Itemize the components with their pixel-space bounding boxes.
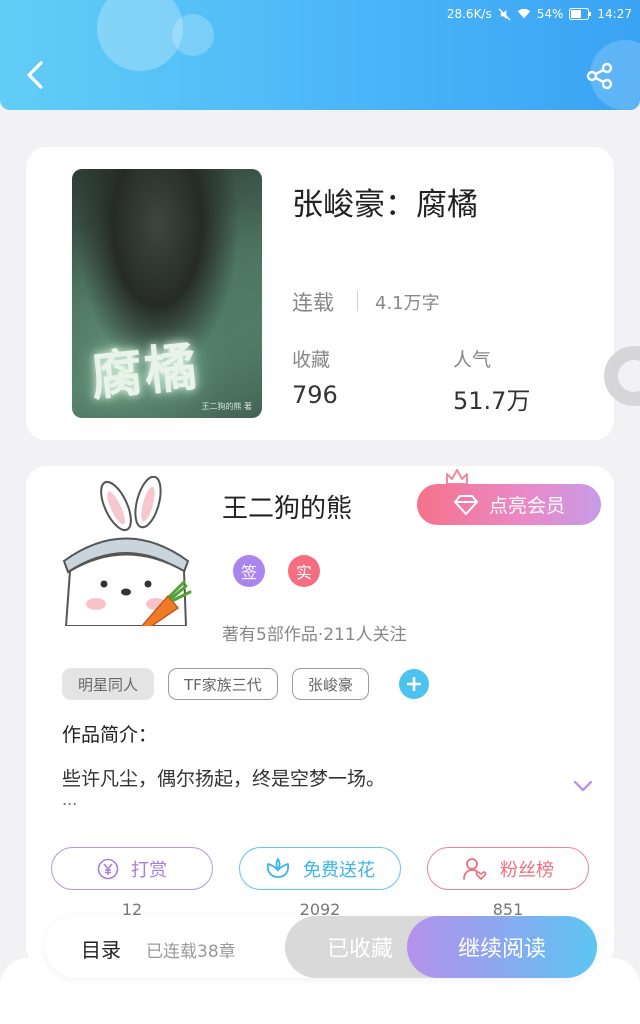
- fan-ranking-label: 粉丝榜: [500, 859, 554, 881]
- divider: [357, 291, 358, 311]
- favorites-count: 796: [292, 381, 338, 409]
- popularity-label: 人气: [453, 349, 492, 371]
- tag-item[interactable]: 明星同人: [62, 668, 155, 700]
- back-button[interactable]: [20, 58, 50, 92]
- chevron-down-icon[interactable]: [572, 778, 594, 794]
- chapter-progress[interactable]: 已连载38章: [146, 937, 236, 962]
- popularity-count: 51.7万: [453, 387, 531, 415]
- share-button[interactable]: [584, 60, 616, 92]
- clock: 14:27: [597, 7, 632, 21]
- vip-label: 点亮会员: [488, 495, 565, 517]
- share-icon: [586, 62, 613, 90]
- plus-icon: [406, 677, 421, 691]
- intro-heading: 作品简介：: [62, 724, 158, 746]
- intro-ellipsis: ...: [62, 790, 78, 809]
- continue-reading-button[interactable]: 继续阅读: [407, 916, 597, 978]
- fan-ranking-button[interactable]: 粉丝榜: [427, 847, 589, 890]
- favorites-label: 收藏: [292, 349, 331, 371]
- network-speed: 28.6K/s: [446, 7, 492, 21]
- top-header: 28.6K/s 54% 14:27: [0, 0, 640, 110]
- user-heart-icon: [463, 857, 487, 880]
- signed-badge: 签: [233, 555, 265, 587]
- intro-text: 些许凡尘，偶尔扬起，终是空梦一场。: [62, 768, 386, 790]
- add-tag-button[interactable]: [398, 669, 429, 699]
- decorative-bubble: [97, 0, 183, 71]
- book-info-card: 腐橘 王二狗的熊 著 张峻豪：腐橘 连载 4.1万字 收藏 796 人气 51.…: [26, 147, 614, 440]
- book-cover[interactable]: 腐橘 王二狗的熊 著: [72, 169, 262, 418]
- tip-label: 打赏: [131, 859, 167, 881]
- tag-item[interactable]: 张峻豪: [291, 668, 369, 700]
- book-status: 连载: [292, 291, 334, 315]
- cover-author: 王二狗的熊 著: [201, 402, 252, 411]
- author-avatar[interactable]: [56, 476, 196, 626]
- status-bar: 28.6K/s 54% 14:27: [447, 4, 632, 24]
- tip-button[interactable]: 打赏: [51, 847, 213, 890]
- mute-icon: [498, 7, 511, 21]
- table-of-contents-button[interactable]: 目录: [81, 934, 121, 963]
- diamond-icon: [453, 494, 478, 515]
- flower-icon: [266, 856, 290, 878]
- word-count: 4.1万字: [375, 293, 440, 314]
- cover-title: 腐橘: [87, 336, 202, 409]
- battery-icon: [569, 8, 592, 20]
- tag-list: 明星同人 TF家族三代 张峻豪: [62, 668, 429, 700]
- book-title: 张峻豪：腐橘: [292, 187, 478, 223]
- author-stats: 著有5部作品·211人关注: [222, 625, 407, 645]
- decorative-bubble: [172, 14, 214, 56]
- yen-coin-icon: [97, 858, 119, 879]
- send-flower-label: 免费送花: [303, 859, 375, 881]
- battery-percent: 54%: [536, 7, 564, 21]
- author-card: 王二狗的熊 点亮会员 签 实 著有5部作品·211人关注 明星同人 TF家族三代…: [26, 466, 614, 966]
- vip-button[interactable]: 点亮会员: [417, 484, 601, 525]
- verified-badge: 实: [288, 555, 320, 587]
- chevron-left-icon: [27, 61, 43, 89]
- tag-item[interactable]: TF家族三代: [168, 668, 278, 700]
- send-flower-button[interactable]: 免费送花: [239, 847, 401, 890]
- wifi-icon: [517, 8, 530, 19]
- author-name[interactable]: 王二狗的熊: [222, 488, 352, 525]
- bottom-action-bar: 目录 已连载38章 已收藏 继续阅读: [45, 916, 597, 978]
